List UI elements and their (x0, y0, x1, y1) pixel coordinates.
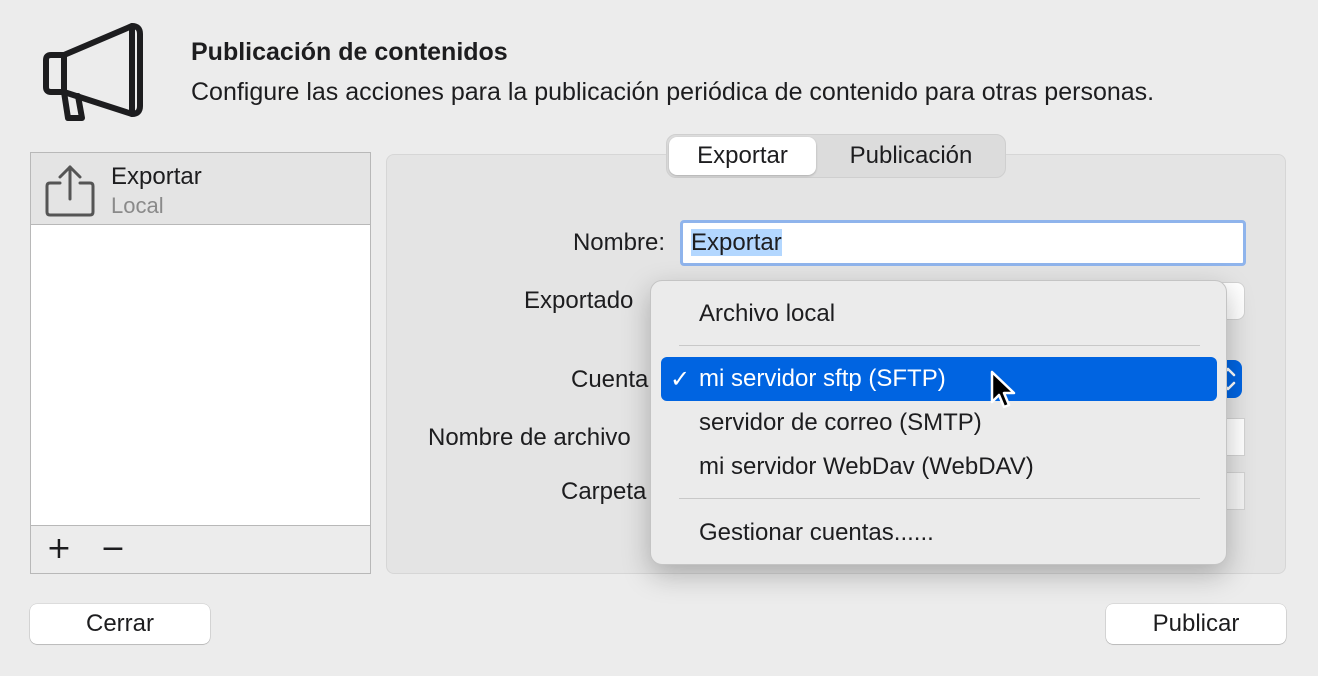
menu-item-manage-accounts[interactable]: Gestionar cuentas...... (661, 511, 1217, 555)
remove-button[interactable]: − (95, 532, 131, 568)
close-button[interactable]: Cerrar (30, 604, 210, 644)
menu-separator (679, 345, 1200, 346)
list-item-exportar[interactable]: Exportar Local (31, 153, 370, 225)
account-dropdown-menu: Archivo local ✓ mi servidor sftp (SFTP) … (650, 280, 1227, 565)
mouse-pointer-icon (990, 370, 1016, 409)
menu-item-smtp[interactable]: servidor de correo (SMTP) (661, 401, 1217, 445)
filename-label: Nombre de archivo (428, 424, 631, 451)
menu-separator (679, 498, 1200, 499)
publish-button[interactable]: Publicar (1106, 604, 1286, 644)
name-field[interactable]: Exportar (680, 220, 1246, 266)
account-label: Cuenta (571, 366, 649, 393)
list-footer: + − (31, 525, 370, 573)
menu-item-webdav[interactable]: mi servidor WebDav (WebDAV) (661, 445, 1217, 489)
tab-exportar[interactable]: Exportar (669, 137, 816, 175)
publication-list: Exportar Local + − (30, 152, 371, 574)
page-description: Configure las acciones para la publicaci… (191, 78, 1155, 106)
menu-item-label: mi servidor sftp (SFTP) (699, 365, 946, 392)
name-label: Nombre: (572, 229, 665, 256)
share-export-icon (45, 165, 95, 217)
list-item-title: Exportar (111, 163, 202, 190)
megaphone-icon (43, 23, 143, 121)
tab-control: Exportar Publicación (666, 134, 1006, 178)
tab-publicacion[interactable]: Publicación (819, 137, 1003, 175)
menu-item-archivo-local[interactable]: Archivo local (661, 292, 1217, 336)
menu-item-sftp[interactable]: ✓ mi servidor sftp (SFTP) (661, 357, 1217, 401)
folder-label: Carpeta (561, 478, 647, 505)
checkmark-icon: ✓ (670, 365, 691, 393)
exporter-label: Exportado (524, 287, 634, 314)
name-field-value: Exportar (691, 229, 782, 256)
page-title: Publicación de contenidos (191, 38, 508, 66)
list-item-subtitle: Local (111, 193, 164, 218)
add-button[interactable]: + (41, 532, 77, 568)
